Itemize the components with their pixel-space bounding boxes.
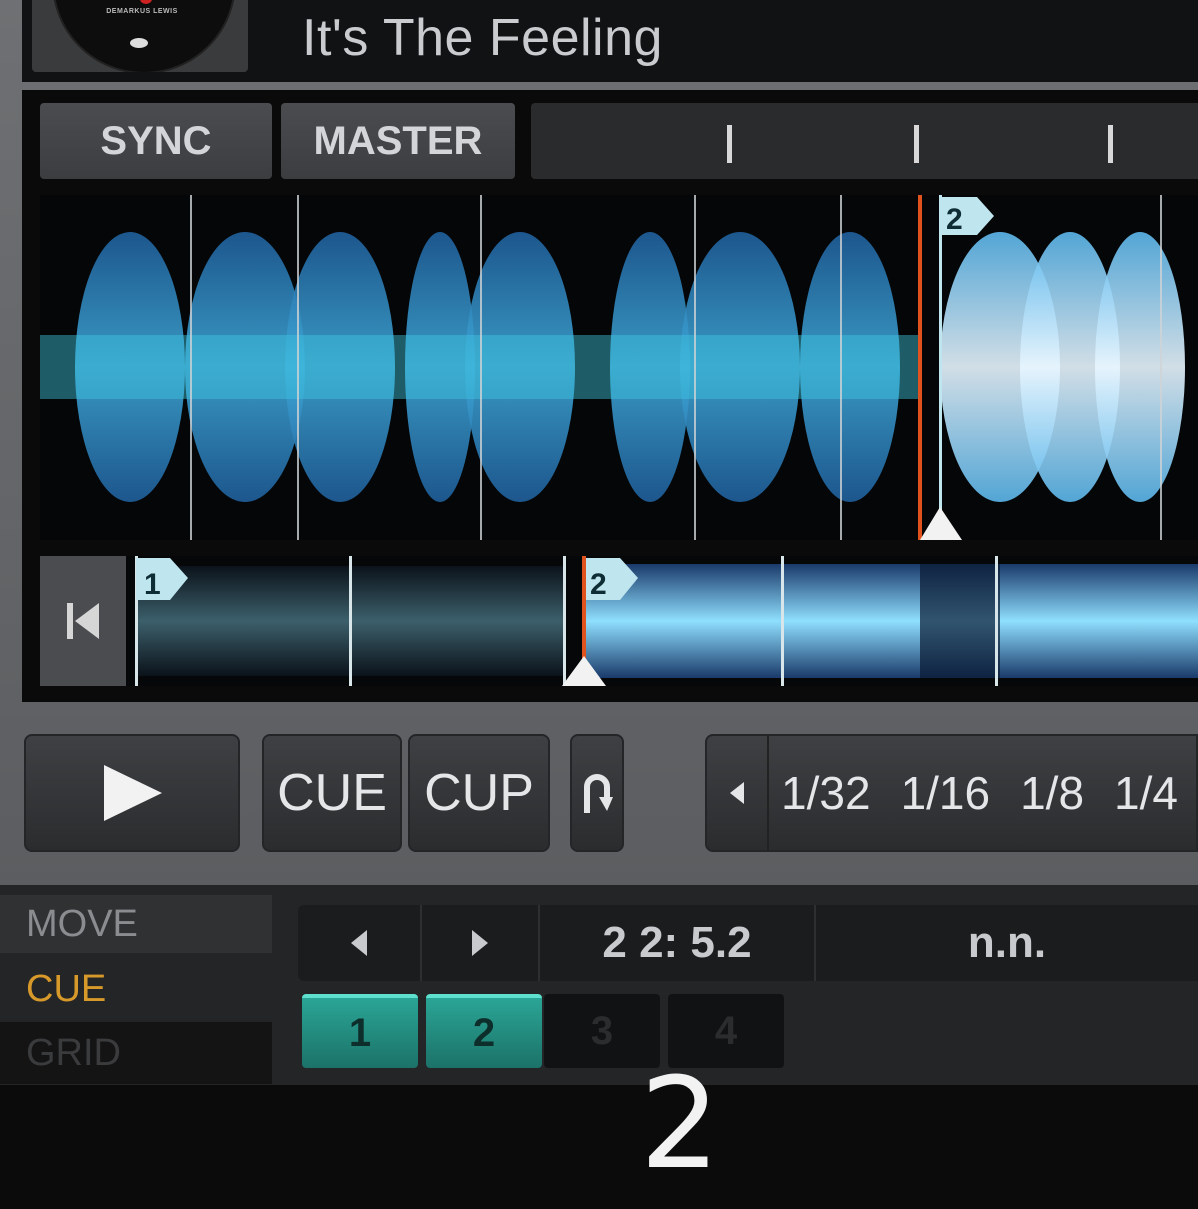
hot-cue-1[interactable]: 1 bbox=[302, 994, 418, 1068]
loop-size-1-32[interactable]: 1/32 bbox=[781, 766, 871, 820]
waveform-peak bbox=[1095, 232, 1185, 502]
overview-graphic: 1 2 bbox=[135, 556, 1198, 686]
unplayed-section bbox=[586, 564, 1198, 678]
section-line bbox=[349, 556, 352, 686]
mode-tab-move[interactable]: MOVE bbox=[0, 895, 272, 953]
master-button[interactable]: MASTER bbox=[281, 103, 515, 179]
cue-2-label: 2 bbox=[590, 568, 607, 601]
waveform-core bbox=[40, 335, 918, 399]
skip-to-start-button[interactable] bbox=[40, 556, 126, 686]
next-cue-button[interactable] bbox=[422, 905, 540, 981]
beat-phase-meter bbox=[531, 103, 1198, 179]
play-icon bbox=[104, 765, 162, 821]
loop-size-1-4[interactable]: 1/4 bbox=[1114, 766, 1178, 820]
mode-tab-cue[interactable]: CUE bbox=[0, 960, 272, 1018]
hot-cue-2[interactable]: 2 bbox=[426, 994, 542, 1068]
skip-start-icon bbox=[67, 603, 99, 639]
cover-logo bbox=[130, 38, 148, 48]
playhead-line bbox=[918, 195, 922, 540]
cue-marker-line bbox=[939, 195, 942, 540]
loop-icon bbox=[584, 774, 613, 813]
beat-tick bbox=[727, 125, 732, 163]
chevron-left-icon bbox=[730, 782, 745, 804]
cue-position-display: 2 2: 5.2 bbox=[540, 905, 816, 981]
loop-size-selector: 1/32 1/16 1/8 1/4 bbox=[705, 734, 1198, 852]
loop-size-1-8[interactable]: 1/8 bbox=[1020, 766, 1084, 820]
sync-button[interactable]: SYNC bbox=[40, 103, 272, 179]
mode-tab-grid[interactable]: GRID bbox=[0, 1022, 272, 1084]
waveform-peaks bbox=[40, 232, 1185, 502]
cue-button[interactable]: CUE bbox=[262, 734, 402, 852]
cover-label: DEMARKUS LEWIS bbox=[106, 8, 178, 15]
stripe-waveform[interactable]: 2 bbox=[40, 195, 1198, 540]
section-line bbox=[781, 556, 784, 686]
loop-button[interactable] bbox=[570, 734, 624, 852]
cue-marker-label: 2 bbox=[946, 203, 963, 236]
beat-tick bbox=[1108, 125, 1113, 163]
overview-waveform[interactable]: 1 2 bbox=[40, 556, 1198, 686]
caption-number: 2 bbox=[639, 1050, 721, 1197]
deck-header: DEMARKUS LEWIS It's The Feeling bbox=[22, 0, 1198, 82]
beat-tick bbox=[914, 125, 919, 163]
cue-1-label: 1 bbox=[144, 568, 161, 601]
quiet-section bbox=[920, 564, 1000, 678]
loop-size-prev-button[interactable] bbox=[707, 736, 770, 850]
cue-name-field[interactable]: n.n. bbox=[816, 905, 1198, 981]
cue-navigation-bar: 2 2: 5.2 n.n. bbox=[298, 905, 1198, 981]
album-cover: DEMARKUS LEWIS bbox=[32, 0, 248, 72]
chevron-right-icon bbox=[472, 930, 488, 956]
loop-size-1-16[interactable]: 1/16 bbox=[901, 766, 991, 820]
prev-cue-button[interactable] bbox=[298, 905, 422, 981]
section-line bbox=[563, 556, 566, 686]
play-button[interactable] bbox=[24, 734, 240, 852]
section-line bbox=[995, 556, 998, 686]
waveform-graphic: 2 bbox=[40, 195, 1185, 540]
cup-button[interactable]: CUP bbox=[408, 734, 550, 852]
chevron-left-icon bbox=[351, 930, 367, 956]
cue-marker-triangle bbox=[920, 507, 962, 540]
track-title: It's The Feeling bbox=[302, 9, 663, 67]
